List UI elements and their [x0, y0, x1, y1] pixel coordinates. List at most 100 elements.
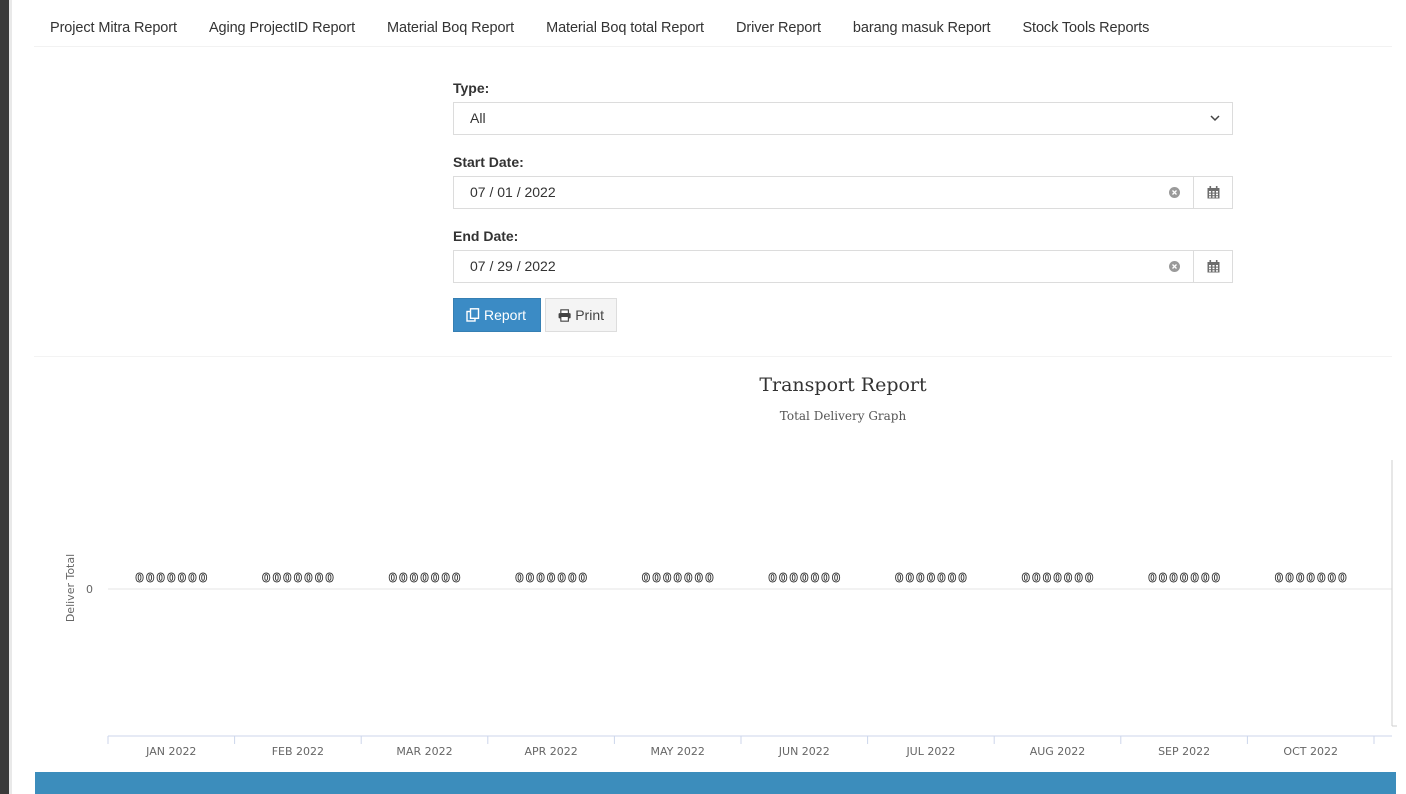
copy-icon: [466, 308, 480, 322]
x-axis-tick-label: JUN 2022: [778, 745, 830, 758]
nav-material-boq-report[interactable]: Material Boq Report: [371, 14, 530, 44]
bar-data-label: 0: [1169, 571, 1177, 585]
bar-data-label: 0: [1338, 571, 1346, 585]
bar-data-label: 0: [410, 571, 418, 585]
bar-data-label: 0: [1064, 571, 1072, 585]
bar-data-label: 0: [157, 571, 165, 585]
bar-data-label: 0: [420, 571, 428, 585]
table-header: [35, 772, 1396, 794]
bar-data-label: 0: [557, 571, 565, 585]
x-axis-tick-label: JUL 2022: [905, 745, 955, 758]
clear-icon[interactable]: [1155, 177, 1193, 208]
report-nav: Project Mitra Report Aging ProjectID Rep…: [34, 14, 1165, 44]
bar-data-label: 0: [832, 571, 840, 585]
calendar-icon[interactable]: [1193, 251, 1232, 282]
bar-data-label: 0: [684, 571, 692, 585]
bar-data-label: 0: [1296, 571, 1304, 585]
nav-stock-tools-reports[interactable]: Stock Tools Reports: [1006, 14, 1165, 44]
x-axis-tick-label: OCT 2022: [1283, 745, 1338, 758]
x-axis-tick-label: APR 2022: [524, 745, 577, 758]
bar-data-label: 0: [674, 571, 682, 585]
start-date-field[interactable]: 07 / 01 / 2022: [453, 176, 1233, 209]
y-axis-tick: 0: [86, 583, 93, 596]
x-axis-tick-label: JAN 2022: [145, 745, 196, 758]
end-date-field[interactable]: 07 / 29 / 2022: [453, 250, 1233, 283]
bar-data-label: 0: [568, 571, 576, 585]
bar-data-label: 0: [515, 571, 523, 585]
bar-data-label: 0: [811, 571, 819, 585]
report-button-label: Report: [484, 307, 527, 323]
print-button[interactable]: Print: [545, 298, 617, 332]
bar-data-label: 0: [958, 571, 966, 585]
bar-data-label: 0: [167, 571, 175, 585]
end-date-label: End Date:: [453, 228, 519, 244]
bar-data-label: 0: [547, 571, 555, 585]
bar-data-label: 0: [579, 571, 587, 585]
bar-data-label: 0: [927, 571, 935, 585]
calendar-icon[interactable]: [1193, 177, 1232, 208]
chevron-down-icon: [1208, 103, 1222, 134]
bar-data-label: 0: [1190, 571, 1198, 585]
print-icon: [558, 308, 571, 322]
bar-data-label: 0: [304, 571, 312, 585]
section-divider: [34, 356, 1392, 357]
bar-data-label: 0: [642, 571, 650, 585]
report-button[interactable]: Report: [453, 298, 541, 332]
start-date-label: Start Date:: [453, 154, 524, 170]
bar-data-label: 0: [1159, 571, 1167, 585]
bar-data-label: 0: [1275, 571, 1283, 585]
nav-material-boq-total-report[interactable]: Material Boq total Report: [530, 14, 720, 44]
bar-data-label: 0: [705, 571, 713, 585]
bar-data-label: 0: [325, 571, 333, 585]
bar-data-label: 0: [431, 571, 439, 585]
x-axis-tick-label: SEP 2022: [1158, 745, 1210, 758]
bar-data-label: 0: [389, 571, 397, 585]
chart-title: Transport Report: [759, 374, 927, 396]
nav-project-mitra-report[interactable]: Project Mitra Report: [34, 14, 193, 44]
bar-data-label: 0: [1317, 571, 1325, 585]
chart-subtitle: Total Delivery Graph: [779, 409, 907, 423]
bar-data-label: 0: [663, 571, 671, 585]
print-button-label: Print: [575, 307, 604, 323]
bar-data-label: 0: [283, 571, 291, 585]
bar-data-label: 0: [1032, 571, 1040, 585]
bar-data-label: 0: [695, 571, 703, 585]
clear-icon[interactable]: [1155, 251, 1193, 282]
transport-report-chart: Deliver Total 0 JAN 20220 0 0 0 0 0 0FEB 20220…: [64, 460, 1397, 758]
bar-data-label: 0: [135, 571, 143, 585]
bar-data-label: 0: [948, 571, 956, 585]
bar-data-label: 0: [1180, 571, 1188, 585]
bar-data-label: 0: [652, 571, 660, 585]
bar-data-label: 0: [790, 571, 798, 585]
bar-data-label: 0: [399, 571, 407, 585]
bar-data-label: 0: [262, 571, 270, 585]
bar-data-label: 0: [188, 571, 196, 585]
bar-data-label: 0: [1043, 571, 1051, 585]
bar-data-label: 0: [273, 571, 281, 585]
bar-data-label: 0: [1328, 571, 1336, 585]
nav-aging-projectid-report[interactable]: Aging ProjectID Report: [193, 14, 371, 44]
report-filter-form: Type: All Start Date: 07 / 01 / 2022 End…: [453, 78, 1233, 332]
bar-data-label: 0: [821, 571, 829, 585]
bar-data-label: 0: [452, 571, 460, 585]
bar-data-label: 0: [536, 571, 544, 585]
x-axis-tick-label: MAY 2022: [651, 745, 705, 758]
type-label: Type:: [453, 80, 490, 96]
nav-barang-masuk-report[interactable]: barang masuk Report: [837, 14, 1007, 44]
x-axis-tick-label: AUG 2022: [1030, 745, 1086, 758]
bar-data-label: 0: [1053, 571, 1061, 585]
bar-data-label: 0: [916, 571, 924, 585]
x-axis-tick-label: MAR 2022: [396, 745, 452, 758]
bar-data-label: 0: [1212, 571, 1220, 585]
bar-data-label: 0: [1285, 571, 1293, 585]
bar-data-label: 0: [315, 571, 323, 585]
bar-data-label: 0: [895, 571, 903, 585]
bar-data-label: 0: [294, 571, 302, 585]
bar-data-label: 0: [199, 571, 207, 585]
x-axis-tick-label: FEB 2022: [272, 745, 324, 758]
bar-data-label: 0: [937, 571, 945, 585]
bar-data-label: 0: [178, 571, 186, 585]
nav-driver-report[interactable]: Driver Report: [720, 14, 837, 44]
type-select[interactable]: All: [453, 102, 1233, 135]
bar-data-label: 0: [1307, 571, 1315, 585]
